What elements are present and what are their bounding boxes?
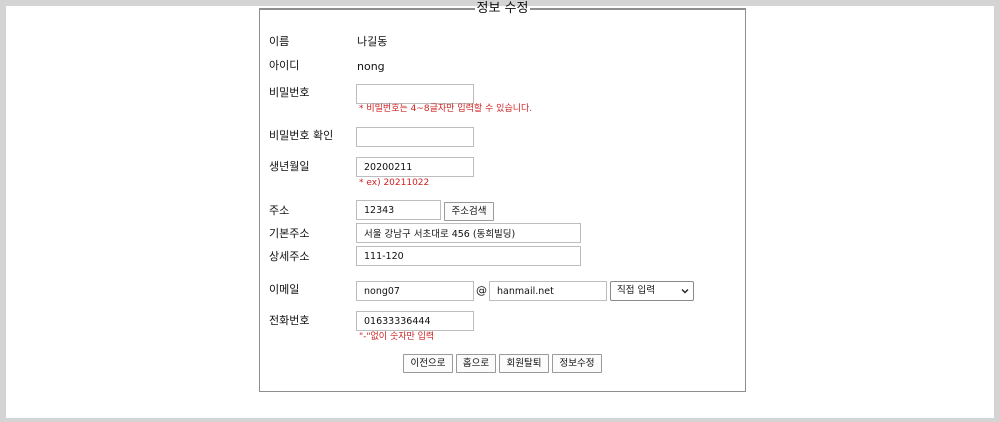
email-local-input[interactable]	[356, 281, 474, 301]
password-confirm-input[interactable]	[356, 127, 474, 147]
back-button[interactable]: 이전으로	[403, 354, 453, 373]
home-button[interactable]: 홈으로	[456, 354, 496, 373]
member-edit-form: 정보 수정	[259, 1, 746, 392]
withdraw-button[interactable]: 회원탈퇴	[499, 354, 549, 373]
password-hint: * 비밀번호는 4~8글자만 입력할 수 있습니다.	[359, 104, 533, 114]
zipcode-label: 주소	[269, 204, 290, 217]
address-search-button[interactable]: 주소검색	[444, 202, 494, 221]
email-domain-input[interactable]	[489, 281, 607, 301]
userid-value: nong	[357, 60, 385, 73]
chevron-down-icon	[681, 289, 689, 294]
email-at-sign: @	[476, 284, 487, 297]
phone-hint: "-"없이 숫자만 입력	[359, 332, 435, 342]
password-label: 비밀번호	[269, 86, 310, 99]
birth-label: 생년월일	[269, 160, 310, 173]
birth-input[interactable]	[356, 157, 474, 177]
email-domain-select[interactable]: 직접 입력	[610, 281, 694, 301]
password-input[interactable]	[356, 84, 474, 104]
userid-label: 아이디	[269, 59, 300, 72]
address-detail-input[interactable]	[356, 246, 581, 266]
address-detail-label: 상세주소	[269, 250, 310, 263]
zipcode-input[interactable]	[356, 200, 441, 220]
name-label: 이름	[269, 35, 290, 48]
phone-label: 전화번호	[269, 314, 310, 327]
email-domain-select-value: 직접 입력	[617, 285, 655, 296]
address-input[interactable]	[356, 223, 581, 243]
email-label: 이메일	[269, 283, 300, 296]
name-value: 나길동	[357, 35, 388, 48]
address-label: 기본주소	[269, 227, 310, 240]
password-confirm-label: 비밀번호 확인	[269, 129, 334, 142]
birth-hint: * ex) 20211022	[359, 178, 430, 188]
phone-input[interactable]	[356, 311, 474, 331]
update-info-button[interactable]: 정보수정	[552, 354, 602, 373]
form-title: 정보 수정	[476, 1, 529, 16]
